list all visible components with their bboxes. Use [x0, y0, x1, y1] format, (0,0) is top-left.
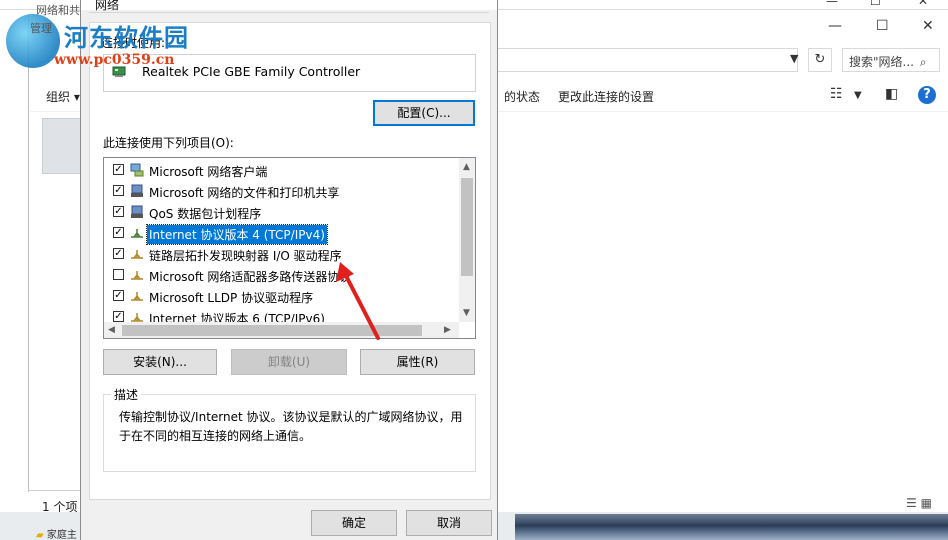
- protocol-icon: [131, 271, 143, 280]
- protocol-icon: [131, 292, 143, 301]
- connection-status-button[interactable]: 的状态: [504, 88, 540, 105]
- item-checkbox[interactable]: ✓: [113, 164, 124, 175]
- protocol-icon: [131, 250, 143, 259]
- item-checkbox[interactable]: ✓: [113, 248, 124, 259]
- scroll-right-icon[interactable]: ▶: [444, 325, 451, 335]
- item-checkbox[interactable]: ✓: [113, 227, 124, 238]
- description-text: 传输控制协议/Internet 协议。该协议是默认的广域网络协议，用于在不同的相…: [119, 410, 463, 443]
- annotation-arrow-icon: [336, 262, 380, 340]
- chevron-down-icon[interactable]: ▼: [790, 52, 798, 65]
- qos-icon: [131, 205, 143, 218]
- network-client-icon: [130, 163, 144, 177]
- desktop-item-label[interactable]: ▰ 家庭主: [36, 526, 77, 540]
- address-bar[interactable]: [498, 48, 798, 72]
- top-window-controls: — ☐ ✕: [818, 0, 948, 8]
- watermark: 网络和共 河东软件园 www.pc0359.cn: [6, 4, 206, 70]
- view-options-icon[interactable]: ☷: [830, 86, 843, 102]
- scroll-left-icon[interactable]: ◀: [108, 325, 115, 335]
- configure-button[interactable]: 配置(C)...: [373, 100, 475, 126]
- file-printer-share-icon: [131, 184, 143, 197]
- item-label: Microsoft LLDP 协议驱动程序: [149, 291, 314, 305]
- horizontal-scrollbar[interactable]: ◀ ▶: [104, 322, 459, 338]
- watermark-url: www.pc0359.cn: [54, 52, 175, 68]
- minimize-icon[interactable]: —: [828, 18, 842, 34]
- install-button[interactable]: 安装(N)...: [103, 349, 217, 375]
- background-title-fragment: 管理: [30, 22, 52, 35]
- list-item[interactable]: ✓ Microsoft LLDP 协议驱动程序: [104, 286, 456, 306]
- organize-label: 组织: [46, 90, 71, 104]
- divider: [28, 490, 80, 491]
- watermark-site-name: 河东软件园: [64, 23, 189, 52]
- scroll-down-icon[interactable]: ▼: [463, 308, 470, 318]
- network-properties-dialog: 网络 连接时使用: Realtek PCIe GBE Family Contro…: [80, 0, 498, 540]
- list-item[interactable]: Microsoft 网络适配器多路传送器协议: [104, 265, 456, 285]
- item-label: Microsoft 网络客户端: [149, 165, 268, 179]
- window-border: [28, 14, 29, 492]
- item-checkbox[interactable]: ✓: [113, 206, 124, 217]
- connection-items-list[interactable]: ✓ Microsoft 网络客户端 ✓ Microsoft 网络的文件和打印机共…: [103, 157, 476, 339]
- organize-menu[interactable]: 组织 ▾: [46, 88, 80, 105]
- network-connection-thumbnail-icon[interactable]: [42, 118, 82, 174]
- search-placeholder: 搜索"网络...: [849, 55, 914, 69]
- close-icon[interactable]: ✕: [922, 18, 934, 34]
- close-icon[interactable]: ✕: [918, 0, 928, 8]
- item-checkbox[interactable]: [113, 269, 124, 280]
- uninstall-button[interactable]: 卸载(U): [231, 349, 347, 375]
- view-toggle-icons[interactable]: ☰ ▦: [906, 496, 932, 510]
- minimize-icon[interactable]: —: [826, 0, 838, 8]
- list-item[interactable]: ✓ Internet 协议版本 4 (TCP/IPv4): [104, 223, 456, 245]
- vertical-scroll-thumb[interactable]: [461, 178, 473, 276]
- protocol-icon: [131, 229, 143, 238]
- cancel-button[interactable]: 取消: [406, 510, 492, 536]
- search-icon: ⌕: [919, 55, 927, 69]
- search-input[interactable]: 搜索"网络... ⌕: [842, 48, 940, 72]
- folder-icon: ▰: [36, 530, 44, 540]
- scroll-up-icon[interactable]: ▲: [463, 162, 470, 172]
- desktop-item-text: 家庭主: [46, 530, 77, 540]
- maximize-icon[interactable]: ☐: [876, 18, 889, 34]
- item-label: QoS 数据包计划程序: [149, 207, 262, 221]
- ok-button[interactable]: 确定: [311, 510, 397, 536]
- item-label: 链路层拓扑发现映射器 I/O 驱动程序: [149, 249, 342, 263]
- description-legend: 描述: [111, 386, 142, 403]
- list-item[interactable]: ✓ Microsoft 网络的文件和打印机共享: [104, 181, 456, 201]
- item-label-selected: Internet 协议版本 4 (TCP/IPv4): [146, 224, 328, 245]
- change-connection-settings-button[interactable]: 更改此连接的设置: [558, 88, 654, 105]
- vertical-scrollbar[interactable]: ▲ ▼: [459, 158, 475, 322]
- item-label: Microsoft 网络适配器多路传送器协议: [149, 270, 352, 284]
- refresh-icon[interactable]: ↻: [808, 48, 832, 72]
- maximize-icon[interactable]: ☐: [870, 0, 881, 8]
- chevron-down-icon[interactable]: ▼: [854, 90, 862, 101]
- properties-button[interactable]: 属性(R): [360, 349, 475, 375]
- list-item[interactable]: ✓ Microsoft 网络客户端: [104, 160, 456, 180]
- help-icon[interactable]: ?: [918, 86, 936, 104]
- preview-pane-icon[interactable]: ◧: [885, 86, 898, 102]
- list-item[interactable]: ✓ 链路层拓扑发现映射器 I/O 驱动程序: [104, 244, 456, 264]
- item-checkbox[interactable]: ✓: [113, 185, 124, 196]
- item-label: Microsoft 网络的文件和打印机共享: [149, 186, 340, 200]
- item-checkbox[interactable]: ✓: [113, 290, 124, 301]
- items-list-label: 此连接使用下列项目(O):: [103, 136, 234, 150]
- item-checkbox[interactable]: ✓: [113, 311, 124, 322]
- list-item[interactable]: ✓ QoS 数据包计划程序: [104, 202, 456, 222]
- desktop-wallpaper: [515, 514, 948, 540]
- explorer-title-controls: — ☐ ✕: [800, 14, 948, 44]
